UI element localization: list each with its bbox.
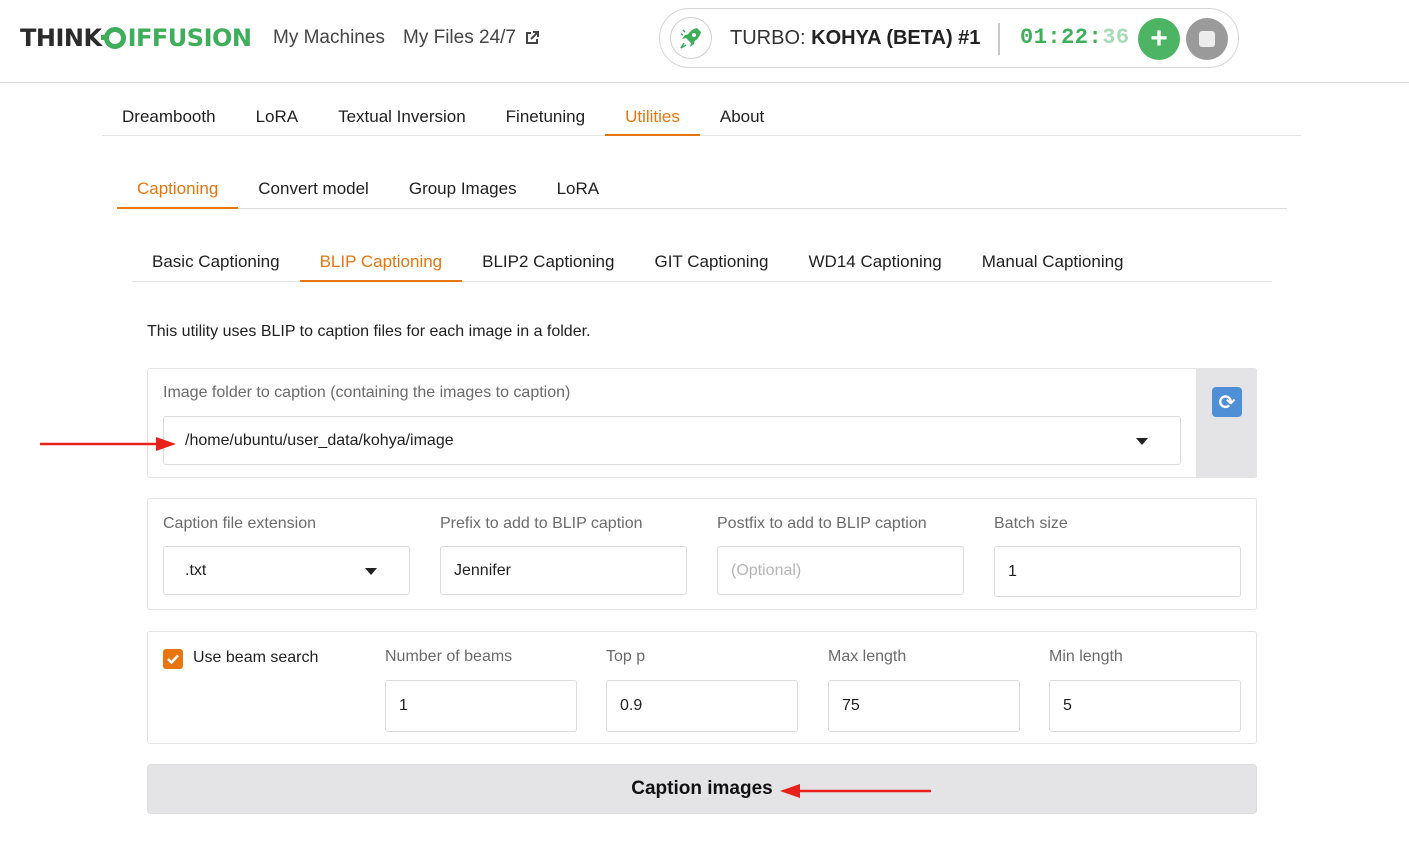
divider [998, 23, 1000, 55]
refresh-icon: ⟳ [1212, 387, 1242, 417]
utility-description: This utility uses BLIP to caption files … [147, 323, 591, 340]
add-time-button[interactable]: + [1138, 18, 1180, 60]
rocket-icon [670, 17, 712, 59]
tab-textual-inversion[interactable]: Textual Inversion [318, 98, 486, 135]
image-folder-panel: Image folder to caption (containing the … [147, 368, 1257, 478]
timer-main: 01:22: [1020, 25, 1103, 50]
prefix-label: Prefix to add to BLIP caption [440, 515, 643, 532]
batch-size-label: Batch size [994, 515, 1068, 532]
max-length-label: Max length [828, 648, 907, 665]
num-beams-value: 1 [399, 697, 408, 714]
timer-seconds: 36 [1102, 25, 1130, 50]
nav-my-machines[interactable]: My Machines [273, 27, 385, 49]
caption-ext-label: Caption file extension [163, 515, 316, 532]
external-link-icon [525, 31, 539, 44]
beam-search-panel: Use beam search Number of beams 1 Top p … [147, 631, 1257, 744]
captioning-tab-git-captioning[interactable]: GIT Captioning [634, 243, 788, 281]
max-length-input[interactable]: 75 [828, 680, 1020, 732]
machine-name: TURBO: KOHYA (BETA) #1 [730, 27, 980, 50]
image-folder-value: /home/ubuntu/user_data/kohya/image [185, 431, 454, 449]
num-beams-input[interactable]: 1 [385, 680, 577, 732]
logo-text-left: THINK [20, 24, 102, 52]
nav-my-files-label: My Files 24/7 [403, 27, 516, 48]
chevron-down-icon [1136, 438, 1148, 445]
top-p-input[interactable]: 0.9 [606, 680, 798, 732]
subtab-convert-model[interactable]: Convert model [238, 170, 389, 208]
num-beams-label: Number of beams [385, 648, 513, 665]
captioning-tabs: Basic Captioning BLIP Captioning BLIP2 Cap… [132, 243, 1272, 282]
logo-d-icon [100, 27, 126, 49]
subtab-lora[interactable]: LoRA [537, 170, 620, 208]
utilities-tabs: Captioning Convert model Group Images LoRA [117, 170, 1287, 209]
caption-options-panel: Caption file extension .txt Prefix to ad… [147, 498, 1257, 610]
caption-ext-value: .txt [185, 561, 207, 579]
postfix-placeholder: (Optional) [731, 561, 802, 579]
beam-search-label[interactable]: Use beam search [193, 649, 318, 667]
subtab-captioning[interactable]: Captioning [117, 170, 239, 209]
batch-size-value: 1 [1008, 562, 1017, 580]
top-header: THINK IFFUSION My Machines My Files 24/7… [0, 0, 1409, 83]
tab-about[interactable]: About [700, 98, 784, 135]
max-length-value: 75 [842, 697, 860, 714]
refresh-button[interactable]: ⟳ [1196, 369, 1257, 477]
tab-dreambooth[interactable]: Dreambooth [102, 98, 236, 135]
chevron-down-icon [365, 568, 377, 575]
subtab-group-images[interactable]: Group Images [389, 170, 537, 208]
session-timer: 01:22:36 [1020, 25, 1130, 50]
check-icon [167, 654, 179, 665]
image-folder-dropdown[interactable]: /home/ubuntu/user_data/kohya/image [163, 416, 1181, 465]
top-p-value: 0.9 [620, 697, 643, 714]
annotation-arrow-left-icon [780, 784, 931, 798]
prefix-input[interactable]: Jennifer [440, 546, 687, 595]
postfix-label: Postfix to add to BLIP caption [717, 515, 927, 532]
captioning-tab-blip-captioning[interactable]: BLIP Captioning [299, 243, 463, 282]
caption-ext-dropdown[interactable]: .txt [163, 546, 410, 595]
tab-lora[interactable]: LoRA [236, 98, 319, 135]
annotation-arrow-right-icon [40, 437, 176, 451]
captioning-tab-wd14-captioning[interactable]: WD14 Captioning [789, 243, 962, 281]
nav-my-files[interactable]: My Files 24/7 [403, 27, 540, 49]
tab-utilities[interactable]: Utilities [605, 98, 700, 136]
machine-status-box: TURBO: KOHYA (BETA) #1 01:22:36 + [659, 8, 1239, 68]
machine-title: KOHYA (BETA) #1 [811, 27, 981, 49]
stop-icon [1199, 31, 1215, 47]
tab-finetuning[interactable]: Finetuning [486, 98, 605, 135]
caption-images-button[interactable]: Caption images [147, 764, 1257, 814]
captioning-tab-basic-captioning[interactable]: Basic Captioning [132, 243, 300, 281]
batch-size-input[interactable]: 1 [994, 546, 1241, 597]
min-length-input[interactable]: 5 [1049, 680, 1241, 732]
min-length-label: Min length [1049, 648, 1123, 665]
captioning-tab-blip2-captioning[interactable]: BLIP2 Captioning [462, 243, 634, 281]
logo-text-right: IFFUSION [127, 24, 252, 52]
main-tabs: Dreambooth LoRA Textual Inversion Finetunin… [102, 98, 1301, 136]
postfix-input[interactable]: (Optional) [717, 546, 964, 595]
beam-search-checkbox[interactable] [163, 649, 183, 669]
image-folder-label: Image folder to caption (containing the … [163, 384, 571, 401]
thinkdiffusion-logo[interactable]: THINK IFFUSION [20, 24, 252, 52]
min-length-value: 5 [1063, 697, 1072, 714]
machine-prefix: TURBO: [730, 27, 806, 49]
stop-machine-button[interactable] [1186, 18, 1228, 60]
top-p-label: Top p [606, 648, 646, 665]
prefix-value: Jennifer [454, 561, 511, 579]
captioning-tab-manual-captioning[interactable]: Manual Captioning [962, 243, 1144, 281]
